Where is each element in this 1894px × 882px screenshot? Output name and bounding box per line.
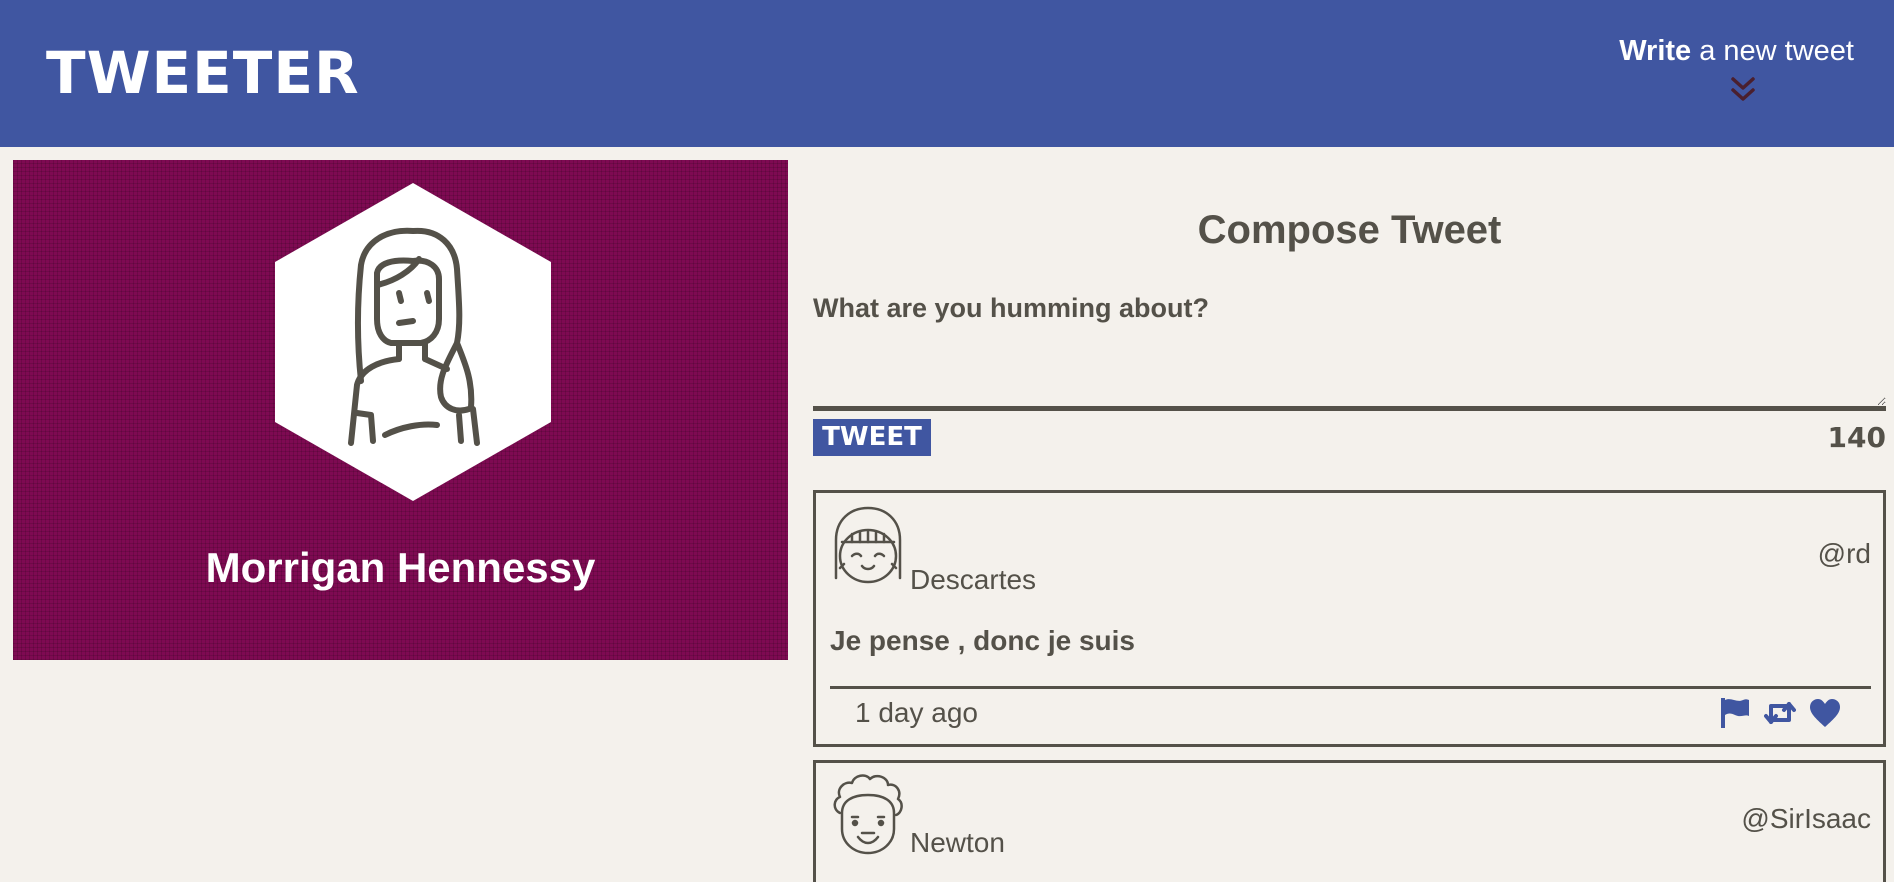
character-counter: 140 — [1827, 421, 1886, 454]
tweet-card: Newton @SirIsaac — [813, 760, 1886, 882]
tweet-textarea[interactable] — [813, 293, 1886, 411]
write-label-bold: Write — [1619, 35, 1692, 67]
curly-hair-face-avatar-icon — [833, 774, 903, 855]
tweet-divider — [830, 686, 1871, 689]
brand-logo[interactable]: TWEETER — [46, 38, 360, 108]
tweet-author: Newton — [910, 827, 1005, 858]
profile-name: Morrigan Hennessy — [205, 544, 596, 591]
girl-face-avatar-icon — [834, 506, 902, 584]
tweet-handle: @rd — [1817, 538, 1871, 569]
compose-title: Compose Tweet — [1197, 208, 1502, 252]
top-nav: TWEETER Write a new tweet — [0, 0, 1894, 147]
write-new-tweet-toggle[interactable]: Write a new tweet — [1619, 34, 1854, 68]
tweet-handle: @SirIsaac — [1741, 803, 1871, 834]
tweet-timestamp: 1 day ago — [855, 697, 978, 728]
tweet-author: Descartes — [910, 564, 1037, 595]
write-label-rest: a new tweet — [1691, 35, 1854, 67]
tweet-actions — [1719, 696, 1841, 730]
retweet-icon[interactable] — [1764, 698, 1796, 728]
tweet-card: Descartes @rd Je pense , donc je suis 1 … — [813, 490, 1886, 747]
tweet-content: Je pense , donc je suis — [830, 625, 1136, 656]
woman-avatar-icon — [275, 183, 551, 501]
double-chevron-down-icon[interactable] — [1729, 76, 1757, 104]
tweet-submit-button[interactable]: TWEET — [813, 419, 931, 456]
profile-card: Morrigan Hennessy — [13, 160, 788, 660]
heart-icon[interactable] — [1809, 698, 1841, 728]
flag-icon[interactable] — [1719, 698, 1751, 728]
